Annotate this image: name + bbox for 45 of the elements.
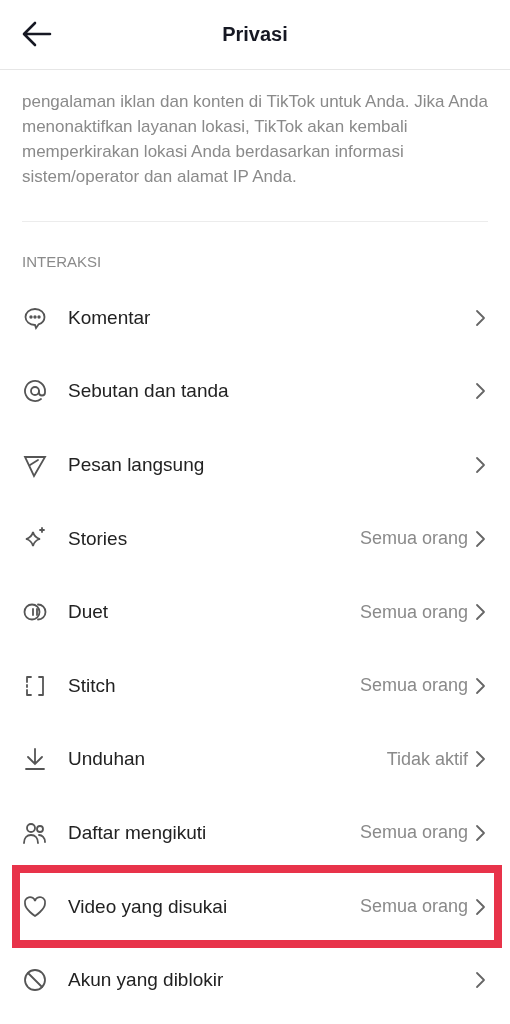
blocked-icon (22, 967, 48, 994)
row-label: Video yang disukai (68, 895, 229, 918)
back-button[interactable] (22, 21, 52, 47)
row-value: Semua orang (359, 601, 468, 623)
settings-row[interactable]: Duet Semua orang (0, 575, 510, 649)
settings-row[interactable]: Akun yang diblokir (0, 943, 510, 1017)
settings-row[interactable]: Stitch Semua orang (0, 648, 510, 723)
location-description: pengalaman iklan dan konten di TikTok untuk Anda. Jika Anda menonaktifkan layanan lokasi, TikTok akan kembali memperkirakan lokasi Anda berdasarkan informasi sistem/operator dan alamat IP Anda. (22, 91, 488, 188)
settings-row[interactable]: Stories Semua orang (0, 501, 510, 576)
settings-row[interactable]: Unduhan Tidak aktif (0, 722, 510, 797)
chevron-right-icon (474, 970, 486, 991)
at-sign-icon (22, 378, 48, 405)
chevron-right-icon (474, 749, 486, 770)
settings-row[interactable]: Daftar mengikuti Semua orang (0, 796, 510, 870)
chevron-right-icon (474, 675, 486, 696)
settings-row[interactable]: Video yang disukai Semua orang (0, 869, 510, 944)
back-arrow-icon (22, 21, 52, 47)
chevron-right-icon (474, 381, 486, 402)
settings-row[interactable]: Komentar (0, 281, 510, 355)
chevron-right-icon (474, 528, 486, 549)
chevron-right-icon (474, 602, 486, 623)
chevron-right-icon (474, 896, 486, 917)
row-label: Duet (68, 601, 110, 624)
settings-row[interactable]: Sebutan dan tanda (0, 354, 510, 429)
row-value: Semua orang (359, 675, 468, 697)
row-label: Unduhan (68, 748, 147, 771)
row-value: Semua orang (359, 528, 468, 550)
heart-icon (22, 893, 48, 920)
row-label: Komentar (68, 306, 152, 329)
row-label: Pesan langsung (68, 454, 206, 476)
row-label: Sebutan dan tanda (68, 380, 230, 403)
row-value: Semua orang (359, 896, 468, 918)
row-label: Akun yang diblokir (68, 969, 225, 992)
row-label: Stitch (68, 674, 117, 697)
settings-row[interactable]: Pesan langsung (0, 428, 510, 502)
chevron-right-icon (474, 307, 486, 328)
section-heading: INTERAKSI (22, 253, 103, 271)
row-value: Semua orang (359, 822, 468, 844)
chevron-right-icon (474, 455, 486, 475)
download-icon (22, 746, 48, 773)
page-title: Privasi (222, 23, 288, 46)
row-label: Daftar mengikuti (68, 821, 208, 844)
row-label: Stories (68, 527, 129, 550)
row-value: Tidak aktif (386, 748, 468, 770)
chevron-right-icon (474, 822, 486, 843)
